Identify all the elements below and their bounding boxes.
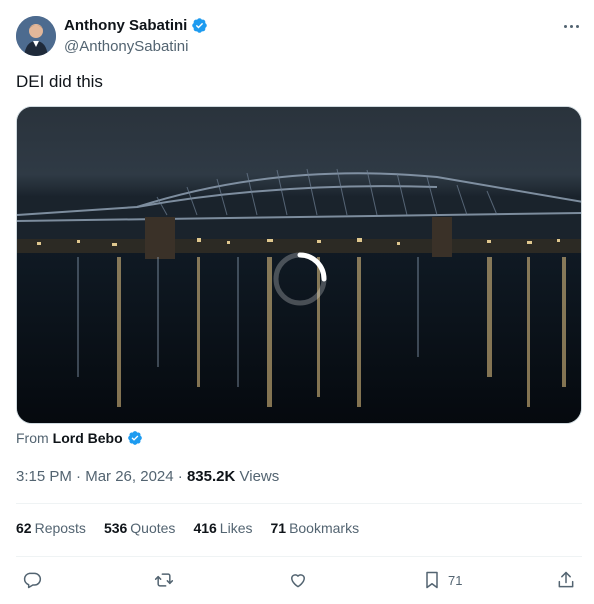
bookmark-button[interactable]: 71 xyxy=(422,566,462,594)
share-button[interactable] xyxy=(556,566,576,594)
more-options-button[interactable] xyxy=(560,16,582,36)
share-icon xyxy=(558,571,574,588)
bookmarks-count: 71 xyxy=(270,520,287,536)
from-source-name[interactable]: Lord Bebo xyxy=(53,430,123,446)
person-avatar-icon xyxy=(16,16,56,56)
bookmark-action-count: 71 xyxy=(448,572,463,588)
tweet-text: DEI did this xyxy=(16,72,103,91)
repost-button[interactable] xyxy=(154,566,174,594)
tweet-meta: 3:15 PM · Mar 26, 2024 · 835.2K Views xyxy=(16,468,279,485)
views-count[interactable]: 835.2K xyxy=(187,468,235,485)
likes-count: 416 xyxy=(193,520,217,536)
author-display-name[interactable]: Anthony Sabatini xyxy=(64,17,187,34)
meta-separator: · xyxy=(177,468,183,485)
author-name-row: Anthony Sabatini xyxy=(64,17,208,34)
media-attribution: From Lord Bebo xyxy=(16,430,143,446)
divider xyxy=(16,556,582,557)
tweet-time[interactable]: 3:15 PM xyxy=(16,468,72,485)
tweet-video[interactable] xyxy=(16,106,582,424)
like-button[interactable] xyxy=(288,566,308,594)
bookmarks-stat[interactable]: 71 Bookmarks xyxy=(270,520,359,536)
repost-icon xyxy=(154,573,174,587)
likes-label: Likes xyxy=(219,520,253,536)
reposts-label: Reposts xyxy=(34,520,86,536)
reposts-stat[interactable]: 62 Reposts xyxy=(16,520,86,536)
author-handle[interactable]: @AnthonySabatini xyxy=(64,38,188,55)
avatar[interactable] xyxy=(16,16,56,56)
quotes-stat[interactable]: 536 Quotes xyxy=(104,520,176,536)
bookmarks-label: Bookmarks xyxy=(289,520,360,536)
engagement-stats: 62 Reposts 536 Quotes 416 Likes 71 Bookmarks xyxy=(16,520,377,536)
heart-icon xyxy=(291,574,305,588)
tweet-header: Anthony Sabatini @AnthonySabatini xyxy=(16,14,582,58)
tweet-date[interactable]: Mar 26, 2024 xyxy=(85,468,173,485)
bookmark-icon xyxy=(426,571,438,589)
more-dot-icon xyxy=(575,24,579,28)
from-label: From xyxy=(16,430,49,446)
reposts-count: 62 xyxy=(16,520,32,536)
quotes-count: 536 xyxy=(103,520,128,536)
likes-stat[interactable]: 416 Likes xyxy=(193,520,252,536)
verified-badge-icon xyxy=(127,431,142,445)
reply-icon xyxy=(23,572,42,589)
reply-button[interactable] xyxy=(22,566,42,594)
views-label: Views xyxy=(239,468,280,485)
divider xyxy=(16,503,582,504)
verified-badge-icon xyxy=(192,18,208,33)
meta-separator: · xyxy=(76,468,82,485)
video-loading-spinner-icon xyxy=(273,252,327,306)
more-dot-icon xyxy=(569,24,573,28)
more-dot-icon xyxy=(563,24,567,28)
quotes-label: Quotes xyxy=(130,520,176,536)
tweet-actions: 71 xyxy=(16,566,582,594)
